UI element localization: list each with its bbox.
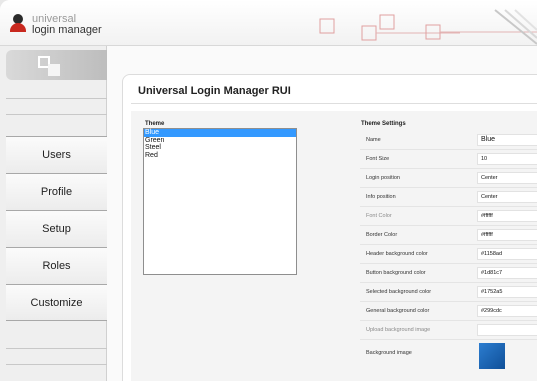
sidebar-item-users[interactable]: Users: [6, 136, 107, 173]
setting-label: Border Color: [366, 232, 398, 238]
main-panel: Universal Login Manager RUI Theme Blue G…: [122, 74, 537, 381]
page-title: Universal Login Manager RUI: [138, 85, 291, 97]
setting-label: Button background color: [366, 270, 426, 276]
header: universal login manager: [0, 0, 537, 46]
app-window: universal login manager Users Profile Se…: [0, 0, 537, 381]
setting-label: Background image: [366, 350, 412, 356]
setting-label: Selected background color: [366, 289, 432, 295]
sidebar: Users Profile Setup Roles Customize: [0, 46, 107, 381]
setting-row: Name Blue: [360, 131, 537, 150]
brand-line1: universal: [32, 13, 77, 25]
setting-row: Selected background color #1752a5: [360, 283, 537, 302]
name-field[interactable]: Blue: [477, 134, 537, 146]
setting-row: Font Size 10: [360, 150, 537, 169]
setting-row: Login position Center: [360, 169, 537, 188]
setting-label: Header background color: [366, 251, 428, 257]
border-color-field[interactable]: #ffffff: [477, 229, 537, 241]
sidebar-item-roles[interactable]: Roles: [6, 247, 107, 284]
setting-label: Font Color: [366, 213, 392, 219]
sidebar-nav: Users Profile Setup Roles Customize: [6, 136, 107, 321]
setting-row: Background image: [360, 340, 537, 370]
header-decoration: [319, 9, 537, 45]
theme-option-steel[interactable]: Steel: [144, 144, 296, 152]
info-position-field[interactable]: Center: [477, 191, 537, 203]
setting-row: General background color #299cdc: [360, 302, 537, 321]
theme-option-blue[interactable]: Blue: [144, 129, 296, 137]
sidebar-item-profile[interactable]: Profile: [6, 173, 107, 210]
setting-row: Header background color #1158ad: [360, 245, 537, 264]
sidebar-header-tab: [6, 50, 107, 80]
font-color-field[interactable]: #ffffff: [477, 210, 537, 222]
setting-row: Font Color #ffffff: [360, 207, 537, 226]
setting-label: Font Size: [366, 156, 390, 162]
font-size-field[interactable]: 10: [477, 153, 537, 165]
setting-row: Upload background image: [360, 321, 537, 340]
header-bg-color-field[interactable]: #1158ad: [477, 248, 537, 260]
brand-line2: login manager: [32, 24, 102, 36]
login-position-field[interactable]: Center: [477, 172, 537, 184]
sidebar-item-setup[interactable]: Setup: [6, 210, 107, 247]
setting-row: Border Color #ffffff: [360, 226, 537, 245]
theme-option-green[interactable]: Green: [144, 137, 296, 145]
setting-label: Login position: [366, 175, 400, 181]
theme-option-red[interactable]: Red: [144, 152, 296, 160]
setting-label: Upload background image: [366, 327, 431, 333]
upload-bg-image-field[interactable]: [477, 324, 537, 336]
theme-label: Theme: [145, 121, 165, 127]
setting-label: Name: [366, 137, 381, 143]
theme-listbox[interactable]: Blue Green Steel Red: [143, 128, 297, 275]
settings-label: Theme Settings: [361, 121, 406, 127]
sidebar-item-customize[interactable]: Customize: [6, 284, 107, 321]
setting-row: Button background color #1d81c7: [360, 264, 537, 283]
user-logo-icon: [10, 14, 26, 32]
general-bg-color-field[interactable]: #299cdc: [477, 305, 537, 317]
logo: universal login manager: [10, 13, 102, 36]
settings-form: Name Blue Font Size 10 Login position Ce…: [360, 131, 537, 370]
button-bg-color-field[interactable]: #1d81c7: [477, 267, 537, 279]
selected-bg-color-field[interactable]: #1752a5: [477, 286, 537, 298]
background-image-preview[interactable]: [479, 343, 505, 369]
setting-label: Info position: [366, 194, 396, 200]
setting-row: Info position Center: [360, 188, 537, 207]
theme-editor: Theme Blue Green Steel Red Theme Setting…: [131, 111, 537, 381]
setting-label: General background color: [366, 308, 430, 314]
